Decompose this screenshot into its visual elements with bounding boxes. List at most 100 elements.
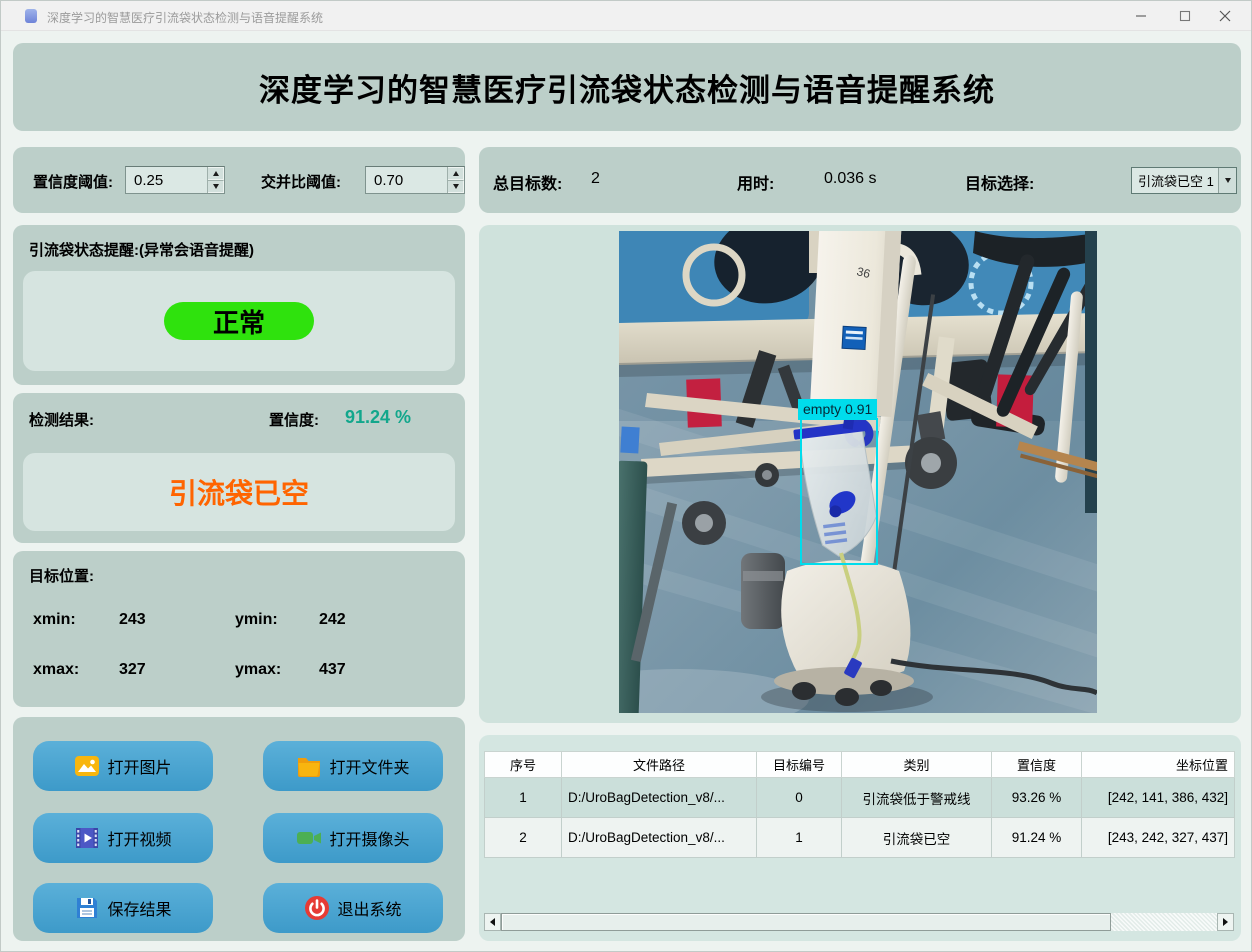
table-header-row: 序号 文件路径 目标编号 类别 置信度 坐标位置 — [485, 752, 1235, 778]
spin-buttons — [447, 167, 464, 193]
spin-down-button[interactable] — [448, 180, 464, 193]
power-icon — [304, 895, 330, 921]
total-targets-value: 2 — [591, 170, 600, 188]
total-targets-label: 总目标数: — [493, 170, 562, 194]
confidence-threshold-input[interactable] — [126, 167, 207, 193]
app-window: 深度学习的智慧医疗引流袋状态检测与语音提醒系统 深度学习的智慧医疗引流袋状态检测… — [0, 0, 1252, 952]
status-label: 引流袋状态提醒:(异常会语音提醒) — [29, 239, 254, 260]
camera-icon — [296, 825, 322, 851]
spin-down-button[interactable] — [208, 180, 224, 193]
result-label: 检测结果: — [29, 409, 94, 430]
arrow-right-icon — [1223, 918, 1228, 926]
button-label: 打开文件夹 — [329, 754, 409, 778]
app-icon — [25, 9, 37, 23]
cell-coords: [242, 141, 386, 432] — [1082, 778, 1235, 818]
status-badge: 正常 — [164, 302, 314, 340]
image-icon — [74, 753, 100, 779]
xmin-label: xmin: — [33, 611, 76, 629]
detection-bbox-label: empty 0.91 — [798, 399, 877, 420]
exit-system-button[interactable]: 退出系统 — [263, 883, 443, 933]
cell-path: D:/UroBagDetection_v8/... — [562, 818, 757, 858]
result-box: 引流袋已空 — [23, 453, 455, 531]
stats-panel: 总目标数: 2 用时: 0.036 s 目标选择: 引流袋已空 1 — [479, 147, 1241, 213]
col-header-index: 序号 — [485, 752, 562, 778]
result-value: 引流袋已空 — [169, 472, 309, 512]
cell-index: 2 — [485, 818, 562, 858]
iou-threshold-input[interactable] — [366, 167, 447, 193]
chevron-down-icon — [1225, 178, 1231, 183]
minimize-button[interactable] — [1119, 1, 1163, 31]
arrow-left-icon — [490, 918, 495, 926]
position-label: 目标位置: — [29, 565, 94, 586]
arrow-up-icon — [453, 171, 459, 176]
page-title: 深度学习的智慧医疗引流袋状态检测与语音提醒系统 — [259, 65, 995, 110]
header-panel: 深度学习的智慧医疗引流袋状态检测与语音提醒系统 — [13, 43, 1241, 131]
cell-class: 引流袋低于警戒线 — [842, 778, 992, 818]
target-select-label: 目标选择: — [965, 170, 1034, 194]
position-panel: 目标位置: xmin: 243 ymin: 242 xmax: 327 ymax… — [13, 551, 465, 707]
title-bar: 深度学习的智慧医疗引流袋状态检测与语音提醒系统 — [1, 1, 1251, 31]
open-video-button[interactable]: 打开视频 — [33, 813, 213, 863]
save-results-button[interactable]: 保存结果 — [33, 883, 213, 933]
actions-panel: 打开图片 打开文件夹 打开视频 — [13, 717, 465, 941]
save-icon — [74, 895, 100, 921]
cell-confidence: 93.26 % — [992, 778, 1082, 818]
cell-target-id: 1 — [757, 818, 842, 858]
table-row[interactable]: 1 D:/UroBagDetection_v8/... 0 引流袋低于警戒线 9… — [485, 778, 1235, 818]
button-label: 打开摄像头 — [329, 826, 409, 850]
cell-index: 1 — [485, 778, 562, 818]
ymin-value: 242 — [319, 611, 346, 629]
target-select-value: 引流袋已空 1 — [1132, 168, 1218, 193]
spin-up-button[interactable] — [208, 167, 224, 180]
scroll-right-button[interactable] — [1217, 913, 1234, 931]
scrollbar-thumb[interactable] — [501, 913, 1111, 931]
open-camera-button[interactable]: 打开摄像头 — [263, 813, 443, 863]
open-folder-button[interactable]: 打开文件夹 — [263, 741, 443, 791]
xmin-value: 243 — [119, 611, 146, 629]
close-icon — [1219, 10, 1231, 22]
minimize-icon — [1135, 10, 1147, 22]
cell-confidence: 91.24 % — [992, 818, 1082, 858]
detection-image: 36 — [619, 231, 1097, 713]
col-header-path: 文件路径 — [562, 752, 757, 778]
xmax-label: xmax: — [33, 661, 79, 679]
window-title: 深度学习的智慧医疗引流袋状态检测与语音提醒系统 — [47, 9, 323, 26]
spin-buttons — [207, 167, 224, 193]
arrow-down-icon — [453, 184, 459, 189]
confidence-value: 91.24 % — [345, 407, 411, 428]
close-button[interactable] — [1203, 1, 1247, 31]
button-label: 打开视频 — [107, 826, 171, 850]
table-row[interactable]: 2 D:/UroBagDetection_v8/... 1 引流袋已空 91.2… — [485, 818, 1235, 858]
results-table: 序号 文件路径 目标编号 类别 置信度 坐标位置 1 D:/UroBagDete… — [484, 751, 1235, 858]
dropdown-button[interactable] — [1218, 168, 1236, 193]
video-icon — [74, 825, 100, 851]
cell-class: 引流袋已空 — [842, 818, 992, 858]
ymin-label: ymin: — [235, 611, 278, 629]
viewer-panel: 36 — [479, 225, 1241, 723]
confidence-threshold-spinbox[interactable] — [125, 166, 225, 194]
open-image-button[interactable]: 打开图片 — [33, 741, 213, 791]
confidence-label: 置信度: — [269, 409, 319, 430]
iou-threshold-label: 交并比阈值: — [261, 171, 341, 192]
confidence-threshold-label: 置信度阈值: — [33, 171, 113, 192]
col-header-target-id: 目标编号 — [757, 752, 842, 778]
col-header-confidence: 置信度 — [992, 752, 1082, 778]
button-label: 保存结果 — [107, 896, 171, 920]
cell-target-id: 0 — [757, 778, 842, 818]
cell-path: D:/UroBagDetection_v8/... — [562, 778, 757, 818]
xmax-value: 327 — [119, 661, 146, 679]
scroll-left-button[interactable] — [484, 913, 501, 931]
horizontal-scrollbar[interactable] — [484, 913, 1234, 931]
ymax-label: ymax: — [235, 661, 281, 679]
col-header-coords: 坐标位置 — [1082, 752, 1235, 778]
arrow-up-icon — [213, 171, 219, 176]
spin-up-button[interactable] — [448, 167, 464, 180]
button-label: 退出系统 — [337, 896, 401, 920]
iou-threshold-spinbox[interactable] — [365, 166, 465, 194]
result-panel: 检测结果: 置信度: 91.24 % 引流袋已空 — [13, 393, 465, 543]
maximize-button[interactable] — [1163, 1, 1207, 31]
results-table-panel: 序号 文件路径 目标编号 类别 置信度 坐标位置 1 D:/UroBagDete… — [479, 735, 1241, 941]
status-panel: 引流袋状态提醒:(异常会语音提醒) 正常 — [13, 225, 465, 385]
target-select-dropdown[interactable]: 引流袋已空 1 — [1131, 167, 1237, 194]
status-box: 正常 — [23, 271, 455, 371]
